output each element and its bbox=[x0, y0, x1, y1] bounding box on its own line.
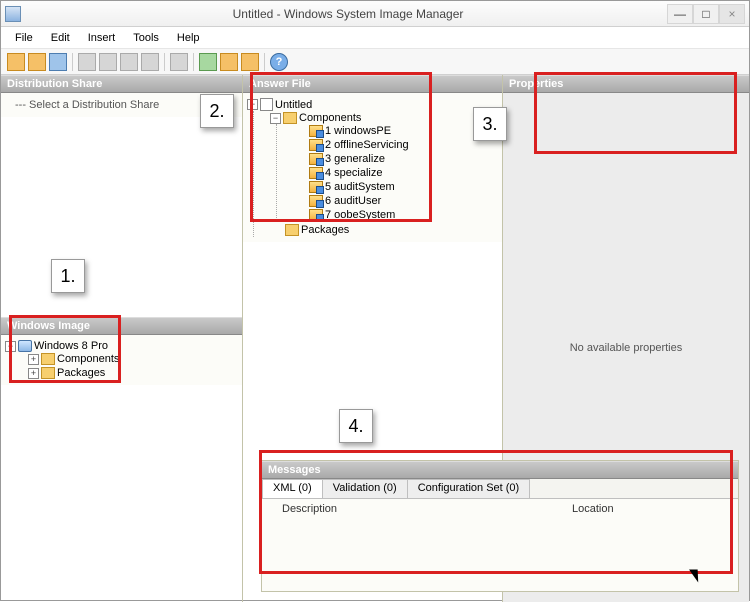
col-description: Description bbox=[282, 503, 572, 515]
distribution-share-body: --- Select a Distribution Share bbox=[1, 93, 242, 117]
cut-icon[interactable] bbox=[78, 53, 96, 71]
distribution-share-panel: Distribution Share --- Select a Distribu… bbox=[1, 75, 242, 317]
af-pass-offlineservicing[interactable]: 2 offlineServicing bbox=[293, 139, 498, 151]
menubar: File Edit Insert Tools Help bbox=[1, 27, 749, 49]
menu-edit[interactable]: Edit bbox=[43, 30, 78, 46]
menu-help[interactable]: Help bbox=[169, 30, 208, 46]
folder-icon bbox=[285, 224, 299, 236]
minimize-button[interactable]: — bbox=[667, 4, 693, 24]
pass-label: 1 windowsPE bbox=[325, 125, 391, 137]
app-icon bbox=[5, 6, 21, 22]
maximize-button[interactable]: □ bbox=[693, 4, 719, 24]
properties-header: Properties bbox=[503, 75, 749, 93]
copy-icon[interactable] bbox=[99, 53, 117, 71]
find-icon[interactable] bbox=[170, 53, 188, 71]
answer-file-body: − Untitled − Components bbox=[243, 93, 502, 242]
wi-components-label: Components bbox=[57, 353, 119, 365]
pass-label: 5 auditSystem bbox=[325, 181, 395, 193]
separator bbox=[193, 53, 194, 71]
open-icon[interactable] bbox=[28, 53, 46, 71]
new-icon[interactable] bbox=[7, 53, 25, 71]
folder-icon bbox=[283, 112, 297, 124]
wi-components[interactable]: + Components bbox=[28, 353, 238, 365]
save-icon[interactable] bbox=[49, 53, 67, 71]
catalog-icon[interactable] bbox=[241, 53, 259, 71]
toolbar: ? bbox=[1, 49, 749, 75]
collapse-icon[interactable]: − bbox=[5, 341, 16, 352]
tab-validation[interactable]: Validation (0) bbox=[322, 479, 408, 498]
answer-file-header: Answer File bbox=[243, 75, 502, 93]
af-pass-auditsystem[interactable]: 5 auditSystem bbox=[293, 181, 498, 193]
af-components[interactable]: − Components bbox=[270, 112, 498, 124]
pass-icon bbox=[309, 125, 323, 137]
pass-icon bbox=[309, 153, 323, 165]
wi-root[interactable]: − Windows 8 Pro bbox=[5, 340, 238, 352]
folder-icon bbox=[41, 353, 55, 365]
windows-image-header: Windows Image bbox=[1, 317, 242, 335]
messages-panel: Messages XML (0) Validation (0) Configur… bbox=[261, 460, 739, 592]
document-icon bbox=[260, 98, 273, 111]
pass-icon bbox=[309, 209, 323, 221]
expand-icon[interactable]: + bbox=[28, 354, 39, 365]
af-pass-specialize[interactable]: 4 specialize bbox=[293, 167, 498, 179]
validate-icon[interactable] bbox=[199, 53, 217, 71]
pass-icon bbox=[309, 139, 323, 151]
tab-configuration-set[interactable]: Configuration Set (0) bbox=[407, 479, 531, 498]
answer-file-tree: − Untitled − Components bbox=[247, 97, 498, 238]
properties-empty-text: No available properties bbox=[570, 342, 683, 354]
close-button[interactable]: × bbox=[719, 4, 745, 24]
expand-icon[interactable]: + bbox=[28, 368, 39, 379]
menu-tools[interactable]: Tools bbox=[125, 30, 167, 46]
paste-icon[interactable] bbox=[120, 53, 138, 71]
af-packages[interactable]: Packages bbox=[270, 224, 498, 236]
messages-columns: Description Location bbox=[262, 499, 738, 519]
pass-icon bbox=[309, 167, 323, 179]
messages-tabs: XML (0) Validation (0) Configuration Set… bbox=[262, 479, 738, 499]
separator bbox=[164, 53, 165, 71]
messages-header: Messages bbox=[262, 461, 738, 479]
window-controls: — □ × bbox=[667, 4, 745, 24]
titlebar: Untitled - Windows System Image Manager … bbox=[1, 1, 749, 27]
distribution-share-header: Distribution Share bbox=[1, 75, 242, 93]
af-pass-generalize[interactable]: 3 generalize bbox=[293, 153, 498, 165]
af-components-label: Components bbox=[299, 112, 361, 124]
config-icon[interactable] bbox=[220, 53, 238, 71]
windows-image-panel: Windows Image − Windows 8 Pro + bbox=[1, 317, 242, 602]
help-icon[interactable]: ? bbox=[270, 53, 288, 71]
pass-icon bbox=[309, 181, 323, 193]
pass-icon bbox=[309, 195, 323, 207]
pass-label: 3 generalize bbox=[325, 153, 385, 165]
separator bbox=[264, 53, 265, 71]
af-root-label: Untitled bbox=[275, 99, 312, 111]
af-root[interactable]: − Untitled bbox=[247, 98, 498, 111]
wi-root-label: Windows 8 Pro bbox=[34, 340, 108, 352]
separator bbox=[72, 53, 73, 71]
window-title: Untitled - Windows System Image Manager bbox=[29, 7, 667, 21]
af-pass-audituser[interactable]: 6 auditUser bbox=[293, 195, 498, 207]
collapse-icon[interactable]: − bbox=[247, 99, 258, 110]
delete-icon[interactable] bbox=[141, 53, 159, 71]
af-packages-label: Packages bbox=[301, 224, 349, 236]
disk-icon bbox=[18, 340, 32, 352]
col-location: Location bbox=[572, 503, 718, 515]
pass-label: 4 specialize bbox=[325, 167, 382, 179]
wi-packages[interactable]: + Packages bbox=[28, 367, 238, 379]
collapse-icon[interactable]: − bbox=[270, 113, 281, 124]
folder-icon bbox=[41, 367, 55, 379]
left-column: Distribution Share --- Select a Distribu… bbox=[1, 75, 243, 602]
windows-image-body: − Windows 8 Pro + Components + bbox=[1, 335, 242, 385]
pass-label: 2 offlineServicing bbox=[325, 139, 409, 151]
af-pass-oobesystem[interactable]: 7 oobeSystem bbox=[293, 209, 498, 221]
menu-file[interactable]: File bbox=[7, 30, 41, 46]
wi-packages-label: Packages bbox=[57, 367, 105, 379]
tab-xml[interactable]: XML (0) bbox=[262, 479, 323, 498]
pass-label: 6 auditUser bbox=[325, 195, 381, 207]
windows-image-tree: − Windows 8 Pro + Components + bbox=[5, 339, 238, 381]
menu-insert[interactable]: Insert bbox=[80, 30, 124, 46]
dist-share-placeholder[interactable]: --- Select a Distribution Share bbox=[5, 97, 238, 113]
pass-label: 7 oobeSystem bbox=[325, 209, 395, 221]
af-pass-windowspe[interactable]: 1 windowsPE bbox=[293, 125, 498, 137]
